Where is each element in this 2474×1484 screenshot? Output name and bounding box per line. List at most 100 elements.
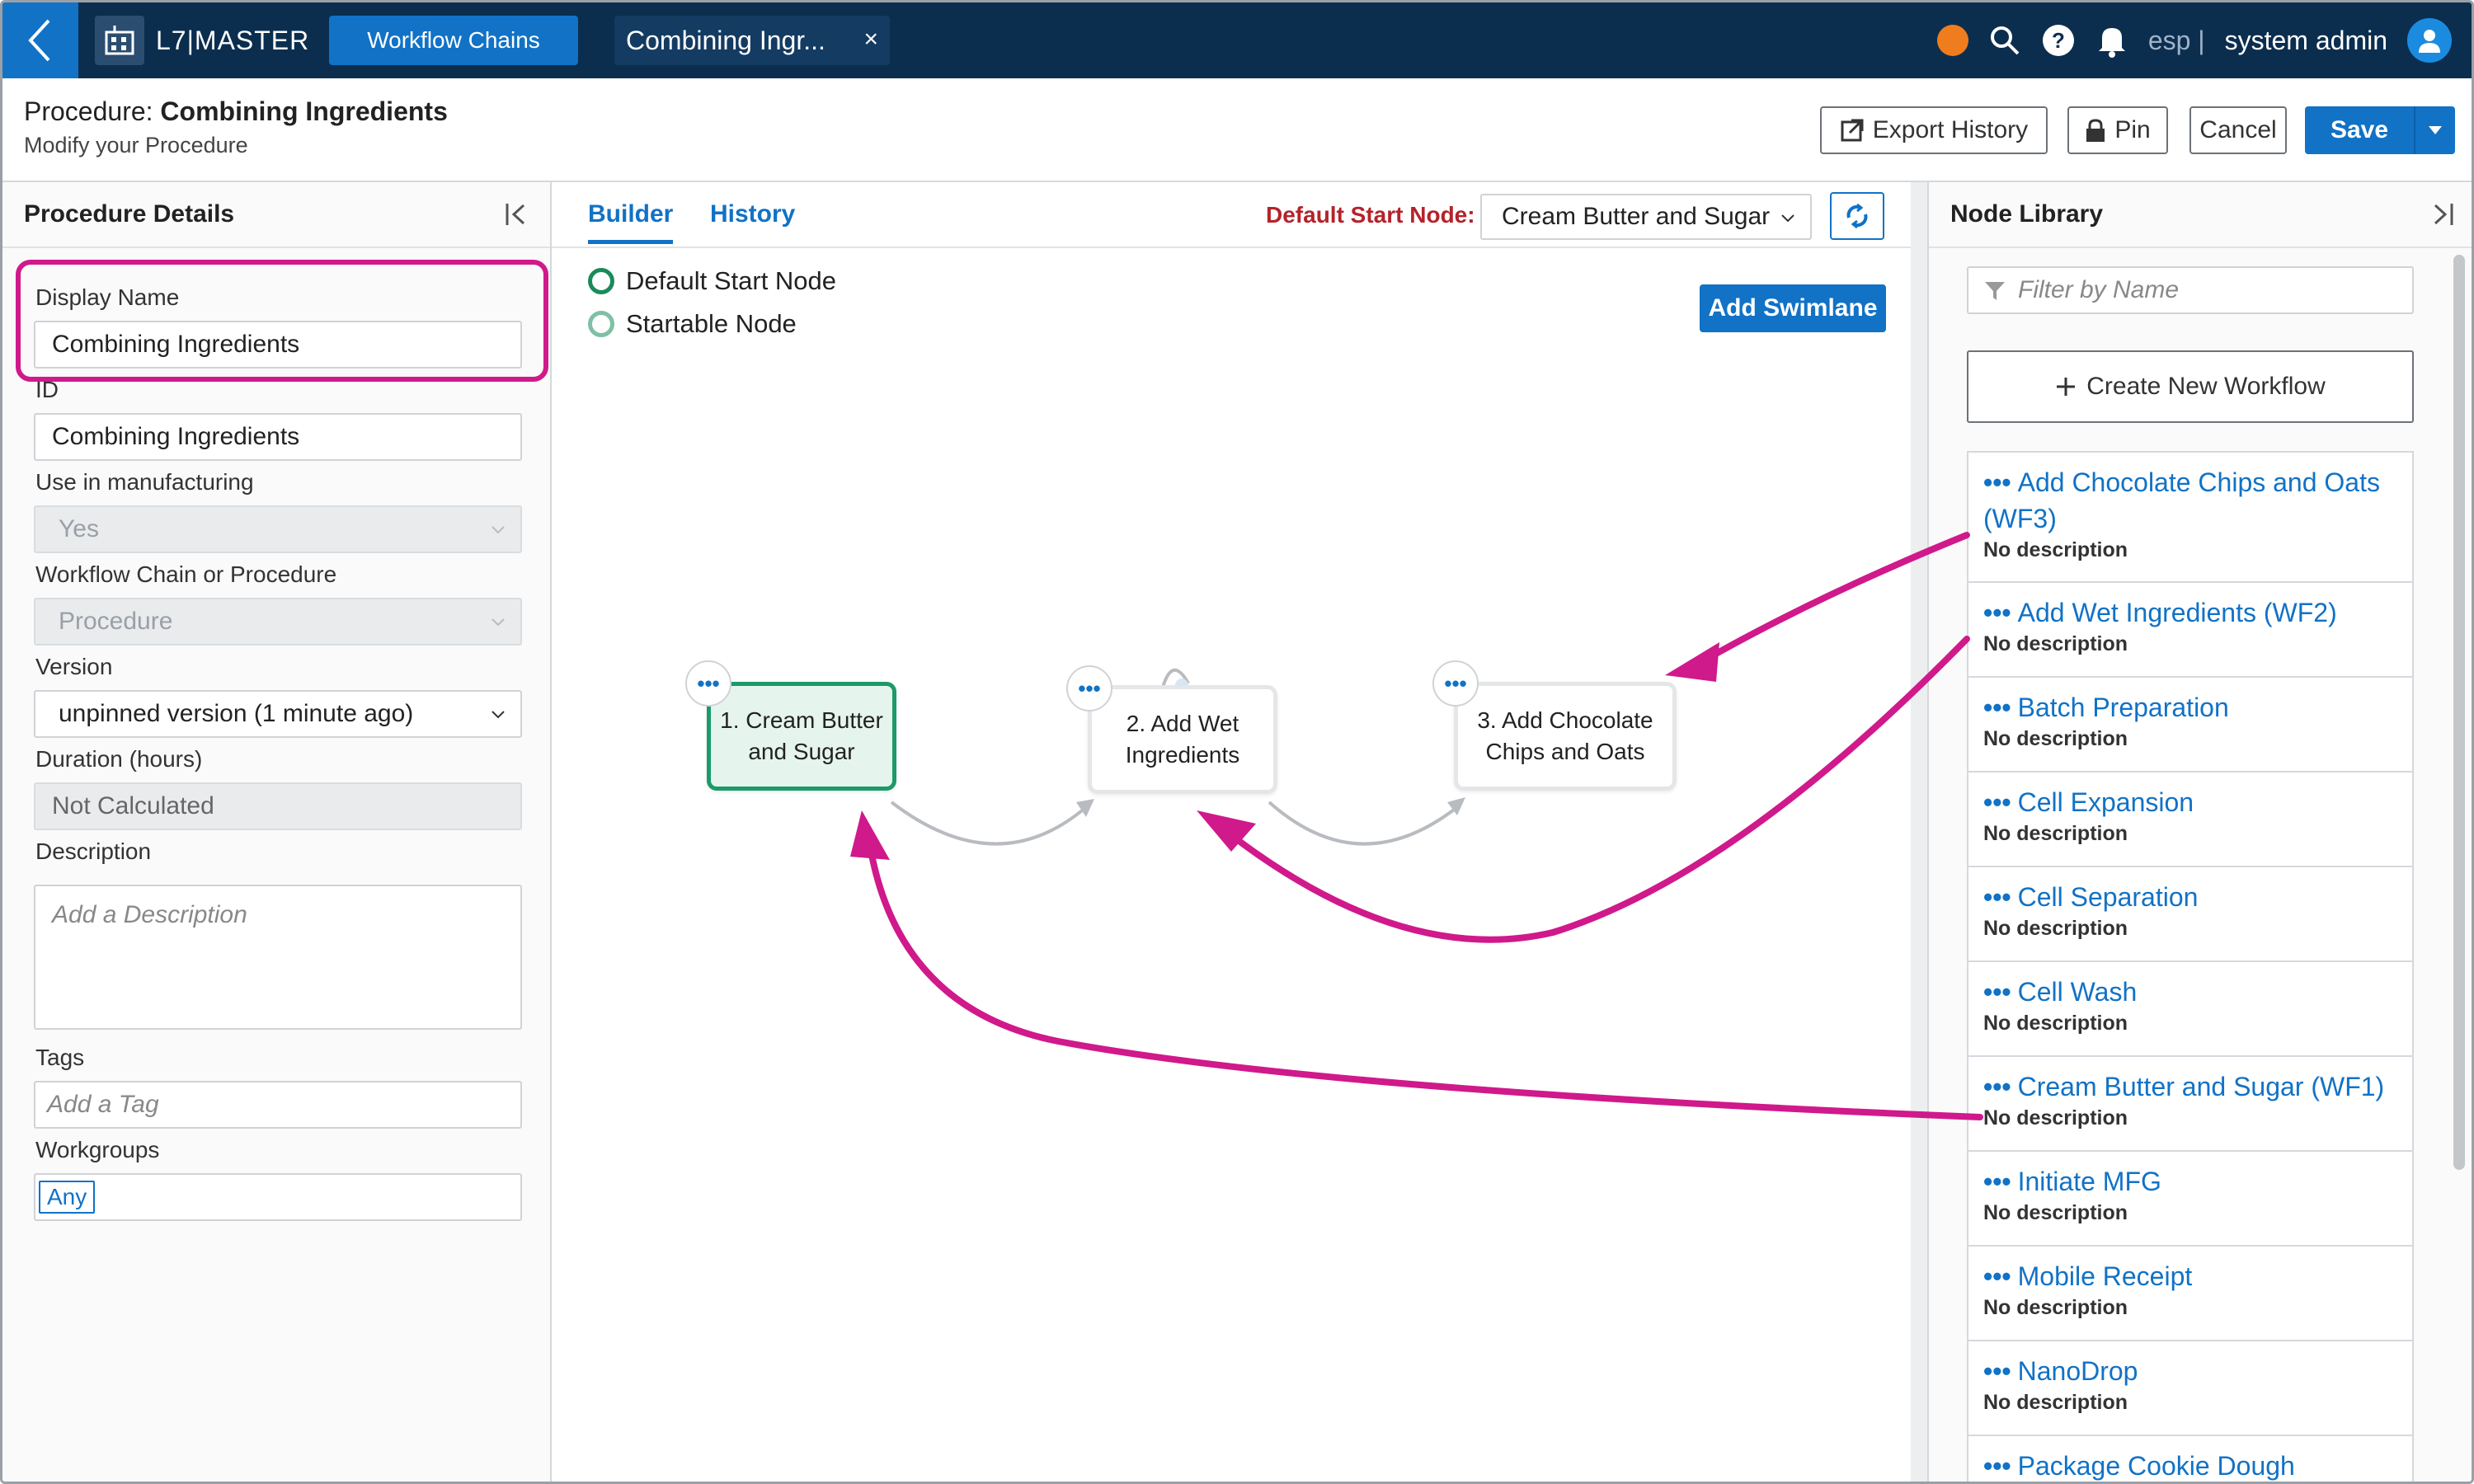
tab-combining-ingredients[interactable]: Combining Ingr... × (614, 16, 890, 65)
more-options-icon[interactable]: ••• (1983, 693, 2011, 722)
workgroups-input[interactable]: Any (34, 1173, 522, 1221)
library-item-description: No description (1983, 1106, 2128, 1129)
workflow-chain-or-procedure-value: Procedure (59, 608, 173, 635)
duration-label: Duration (hours) (35, 746, 203, 772)
procedure-header: Procedure: Combining Ingredients Modify … (2, 78, 2472, 182)
create-new-workflow-label: Create New Workflow (2086, 373, 2326, 400)
more-options-icon[interactable]: ••• (1983, 1356, 2011, 1386)
help-icon[interactable]: ? (2041, 23, 2076, 58)
save-button[interactable]: Save (2305, 106, 2455, 154)
filter-icon (1985, 282, 2005, 300)
filter-by-name-input[interactable]: Filter by Name (1967, 266, 2414, 314)
workflow-node-3[interactable]: 3. Add Chocolate Chips and Oats (1454, 682, 1677, 791)
library-item-description: No description (1983, 917, 2128, 940)
save-label: Save (2330, 116, 2389, 143)
library-item-name: NanoDrop (2017, 1356, 2138, 1386)
user-icon (2419, 30, 2440, 53)
save-options-chevron-down-icon[interactable] (2414, 106, 2455, 154)
workflow-node-2[interactable]: 2. Add Wet Ingredients (1088, 685, 1277, 794)
page-subtitle: Modify your Procedure (24, 133, 248, 157)
page-title: Procedure: Combining Ingredients (24, 96, 448, 127)
more-options-icon[interactable]: ••• (1983, 1167, 2011, 1196)
list-item[interactable]: ••• Package Cookie Dough (1967, 1436, 2414, 1482)
library-item-name: Cell Expansion (2017, 787, 2194, 817)
description-textarea[interactable]: Add a Description (34, 885, 522, 1030)
list-item[interactable]: ••• Cell Separation No description (1967, 867, 2414, 962)
list-item[interactable]: ••• Initiate MFG No description (1967, 1152, 2414, 1247)
list-item[interactable]: ••• Cell Expansion No description (1967, 773, 2414, 867)
node-1-options-icon[interactable]: ••• (685, 660, 731, 707)
notification-bell-icon[interactable] (2095, 23, 2128, 58)
more-options-icon[interactable]: ••• (1983, 787, 2011, 817)
use-in-manufacturing-value: Yes (59, 515, 99, 542)
procedure-details-title: Procedure Details (24, 200, 235, 228)
more-options-icon[interactable]: ••• (1983, 977, 2011, 1007)
library-item-name: Cell Separation (2017, 882, 2199, 912)
chevron-down-icon (492, 526, 505, 534)
more-options-icon[interactable]: ••• (1983, 1451, 2011, 1481)
library-item-name: Initiate MFG (2017, 1167, 2161, 1196)
workgroup-tag[interactable]: Any (39, 1181, 96, 1214)
node-library-title: Node Library (1950, 200, 2104, 228)
panel-divider (1911, 182, 1927, 1482)
node-2-options-icon[interactable]: ••• (1066, 665, 1112, 711)
list-item[interactable]: ••• Add Chocolate Chips and Oats (WF3) No… (1967, 453, 2414, 583)
export-history-label: Export History (1872, 116, 2029, 143)
library-item-description: No description (1983, 1012, 2128, 1035)
collapse-left-icon[interactable] (502, 200, 530, 228)
library-item-description: No description (1983, 1296, 2128, 1319)
tab-label: Combining Ingr... (626, 25, 825, 55)
use-in-manufacturing-label: Use in manufacturing (35, 469, 254, 495)
more-options-icon[interactable]: ••• (1983, 467, 2011, 497)
version-select[interactable]: unpinned version (1 minute ago) (34, 690, 522, 738)
procedure-details-header: Procedure Details (2, 182, 550, 248)
node-library-header: Node Library (1929, 182, 2472, 248)
library-item-description: No description (1983, 538, 2128, 561)
status-indicator-icon[interactable] (1936, 25, 1968, 56)
library-item-description: No description (1983, 727, 2128, 750)
workflow-node-1[interactable]: 1. Cream Butter and Sugar (707, 682, 896, 791)
pin-button[interactable]: Pin (2067, 106, 2168, 154)
page-title-prefix: Procedure: (24, 96, 161, 126)
library-item-name: Package Cookie Dough (2017, 1451, 2295, 1481)
back-button[interactable] (2, 2, 78, 78)
node-connectors (890, 668, 1465, 846)
library-item-description: No description (1983, 1391, 2128, 1414)
more-options-icon[interactable]: ••• (1983, 1072, 2011, 1101)
user-name[interactable]: system admin (2225, 26, 2387, 56)
list-item[interactable]: ••• NanoDrop No description (1967, 1341, 2414, 1436)
workflow-chain-or-procedure-label: Workflow Chain or Procedure (35, 561, 337, 587)
app-logo-icon (95, 16, 144, 65)
tags-input[interactable]: Add a Tag (34, 1081, 522, 1129)
tab-workflow-chains[interactable]: Workflow Chains (329, 16, 578, 65)
avatar[interactable] (2407, 18, 2452, 63)
node-3-options-icon[interactable]: ••• (1432, 660, 1479, 707)
id-field[interactable]: Combining Ingredients (34, 413, 522, 461)
create-new-workflow-button[interactable]: Create New Workflow (1967, 350, 2414, 423)
more-options-icon[interactable]: ••• (1983, 882, 2011, 912)
list-item[interactable]: ••• Cream Butter and Sugar (WF1) No descr… (1967, 1057, 2414, 1152)
more-options-icon[interactable]: ••• (1983, 1261, 2011, 1291)
list-item[interactable]: ••• Add Wet Ingredients (WF2) No descript… (1967, 583, 2414, 678)
cancel-button[interactable]: Cancel (2189, 106, 2287, 154)
node-library-list: ••• Add Chocolate Chips and Oats (WF3) No… (1967, 451, 2414, 1482)
list-item[interactable]: ••• Batch Preparation No description (1967, 678, 2414, 773)
library-item-description: No description (1983, 632, 2128, 655)
list-item[interactable]: ••• Cell Wash No description (1967, 962, 2414, 1057)
library-item-name: Add Chocolate Chips and Oats (WF3) (1983, 467, 2380, 533)
library-scrollbar[interactable] (2453, 255, 2465, 1170)
search-icon[interactable] (1988, 24, 2021, 57)
close-icon[interactable]: × (863, 26, 878, 54)
use-in-manufacturing-select: Yes (34, 505, 522, 553)
export-history-button[interactable]: Export History (1820, 106, 2048, 154)
more-options-icon[interactable]: ••• (1983, 598, 2011, 627)
version-value: unpinned version (1 minute ago) (59, 700, 414, 727)
app-window: L7|MASTER Workflow Chains Combining Ingr… (0, 0, 2474, 1484)
duration-field: Not Calculated (34, 782, 522, 830)
chevron-down-icon (492, 711, 505, 719)
list-item[interactable]: ••• Mobile Receipt No description (1967, 1247, 2414, 1341)
pin-label: Pin (2114, 116, 2151, 143)
collapse-right-icon[interactable] (2429, 200, 2457, 228)
language-switch[interactable]: esp | (2148, 26, 2205, 56)
library-item-name: Mobile Receipt (2017, 1261, 2193, 1291)
